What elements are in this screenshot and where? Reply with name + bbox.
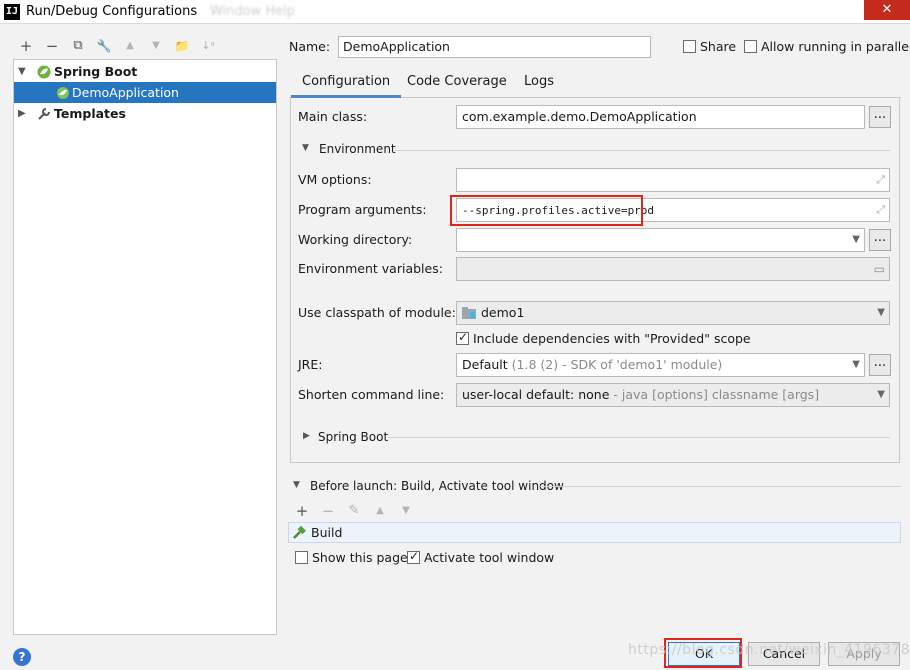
- browse-main-class-button[interactable]: ...: [869, 106, 891, 128]
- name-input[interactable]: DemoApplication: [338, 36, 651, 58]
- include-dependencies-checkbox[interactable]: [456, 330, 469, 345]
- divider: [388, 437, 890, 438]
- environment-variables-label: Environment variables:: [298, 261, 443, 276]
- watermark: https://blog.csdn.net/weixin_41963788: [628, 642, 910, 658]
- vm-options-label: VM options:: [298, 172, 372, 187]
- tab-code-coverage[interactable]: Code Coverage: [396, 70, 518, 98]
- chevron-down-icon[interactable]: ▼: [18, 61, 30, 82]
- activate-tool-window-label: Activate tool window: [424, 550, 555, 565]
- jre-combo[interactable]: Default (1.8 (2) - SDK of 'demo1' module…: [456, 353, 865, 377]
- chevron-down-icon[interactable]: ▼: [852, 229, 860, 251]
- move-down-icon[interactable]: ▼: [146, 36, 166, 56]
- sort-icon[interactable]: ↓ᵃ: [198, 36, 218, 56]
- move-down-icon[interactable]: ▼: [396, 501, 416, 521]
- jre-detail: (1.8 (2) - SDK of 'demo1' module): [511, 357, 723, 372]
- expand-icon[interactable]: ⤢: [876, 169, 885, 191]
- folder-open-icon[interactable]: ▭: [874, 258, 885, 280]
- chevron-down-icon[interactable]: ▼: [877, 384, 885, 406]
- background-window-menu: Window Help: [210, 4, 296, 19]
- name-label: Name:: [289, 39, 331, 54]
- jre-value: Default: [462, 357, 508, 372]
- tree-item-label: Spring Boot: [54, 64, 138, 79]
- before-launch-list: Build: [288, 522, 901, 543]
- jre-label: JRE:: [298, 357, 323, 372]
- tree-item-demo-application[interactable]: DemoApplication: [14, 82, 276, 103]
- share-label: Share: [700, 39, 737, 54]
- folder-icon[interactable]: 📁: [172, 36, 192, 56]
- share-checkbox[interactable]: [683, 40, 696, 53]
- spring-boot-section-header[interactable]: Spring Boot: [318, 430, 388, 444]
- list-item-build[interactable]: Build: [289, 523, 900, 542]
- browse-jre-button[interactable]: ...: [869, 354, 891, 376]
- shorten-command-line-detail: - java [options] classname [args]: [613, 387, 820, 402]
- wrench-icon[interactable]: 🔧: [94, 36, 114, 56]
- close-window-button[interactable]: ✕: [864, 0, 910, 20]
- title-bar: IJ Run/Debug Configurations Window Help …: [0, 0, 910, 24]
- chevron-right-icon[interactable]: ▶: [18, 103, 30, 124]
- vm-options-field[interactable]: ⤢: [456, 168, 890, 192]
- tab-logs[interactable]: Logs: [513, 70, 565, 98]
- browse-working-directory-button[interactable]: ...: [869, 229, 891, 251]
- hammer-icon: [293, 526, 306, 539]
- config-tabs: Configuration Code Coverage Logs: [289, 70, 901, 98]
- intellij-app-icon: IJ: [4, 4, 20, 20]
- wrench-icon: [38, 108, 50, 120]
- module-folder-icon: [462, 307, 476, 319]
- annotation-highlight-box: [450, 195, 643, 226]
- tree-item-templates[interactable]: ▶ Templates: [14, 103, 276, 124]
- chevron-down-icon[interactable]: ▼: [302, 143, 309, 153]
- working-directory-label: Working directory:: [298, 232, 413, 247]
- shorten-command-line-combo[interactable]: user-local default: none - java [options…: [456, 383, 890, 407]
- before-launch-header[interactable]: Before launch: Build, Activate tool wind…: [310, 479, 564, 493]
- tree-item-spring-boot[interactable]: ▼ Spring Boot: [14, 61, 276, 82]
- environment-variables-field[interactable]: ▭: [456, 257, 890, 281]
- chevron-down-icon[interactable]: ▼: [877, 302, 885, 324]
- classpath-module-combo[interactable]: demo1 ▼: [456, 301, 890, 325]
- shorten-command-line-label: Shorten command line:: [298, 387, 445, 402]
- chevron-right-icon[interactable]: ▶: [303, 431, 310, 441]
- classpath-module-label: Use classpath of module:: [298, 305, 456, 320]
- environment-section-header[interactable]: Environment: [319, 142, 396, 156]
- spring-boot-icon: [37, 65, 51, 79]
- spring-boot-run-icon: [57, 87, 69, 99]
- tree-item-label: Templates: [54, 106, 126, 121]
- main-class-field[interactable]: com.example.demo.DemoApplication: [456, 105, 865, 129]
- show-this-page-label: Show this page: [312, 550, 408, 565]
- allow-parallel-checkbox[interactable]: [744, 40, 757, 53]
- copy-icon[interactable]: ⧉: [68, 36, 88, 56]
- configurations-tree: ▼ Spring Boot DemoApplication ▶ Template…: [13, 59, 277, 635]
- move-up-icon[interactable]: ▲: [370, 501, 390, 521]
- chevron-down-icon[interactable]: ▼: [852, 354, 860, 376]
- remove-icon[interactable]: −: [318, 501, 338, 521]
- move-up-icon[interactable]: ▲: [120, 36, 140, 56]
- main-class-value: com.example.demo.DemoApplication: [462, 109, 697, 124]
- tab-configuration[interactable]: Configuration: [291, 70, 402, 98]
- activate-tool-window-checkbox[interactable]: [407, 549, 420, 564]
- show-this-page-checkbox[interactable]: [295, 551, 308, 564]
- add-icon[interactable]: +: [16, 36, 36, 56]
- window-title: Run/Debug Configurations: [26, 4, 198, 19]
- remove-icon[interactable]: −: [42, 36, 62, 56]
- shorten-command-line-value: user-local default: none: [462, 387, 610, 402]
- chevron-down-icon[interactable]: ▼: [293, 480, 300, 490]
- allow-parallel-label: Allow running in parallel: [761, 39, 910, 54]
- help-icon[interactable]: ?: [13, 648, 31, 666]
- main-class-label: Main class:: [298, 109, 368, 124]
- tree-item-label: DemoApplication: [72, 85, 179, 100]
- add-icon[interactable]: +: [292, 501, 312, 521]
- working-directory-field[interactable]: ▼: [456, 228, 865, 252]
- edit-icon[interactable]: ✎: [344, 501, 364, 521]
- divider: [540, 486, 901, 487]
- classpath-module-value: demo1: [481, 305, 525, 320]
- build-item-label: Build: [311, 525, 343, 540]
- expand-icon[interactable]: ⤢: [876, 199, 885, 221]
- program-arguments-label: Program arguments:: [298, 202, 427, 217]
- divider: [395, 150, 890, 151]
- include-dependencies-label: Include dependencies with "Provided" sco…: [473, 331, 751, 346]
